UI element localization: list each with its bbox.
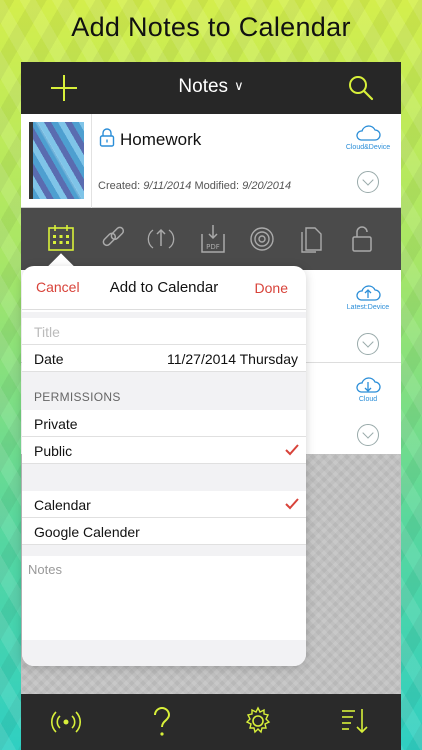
note-dates: Created: 9/11/2014 Modified: 9/20/2014	[98, 180, 292, 192]
google-calendar-option[interactable]: Google Calender	[22, 518, 306, 545]
done-button[interactable]: Done	[255, 280, 288, 296]
notes-input[interactable]: Notes	[22, 556, 306, 640]
calendar-icon[interactable]	[47, 224, 75, 252]
divider	[91, 114, 92, 208]
popover-body: Title Date 11/27/2014 Thursday PERMISSIO…	[22, 312, 306, 666]
gear-icon[interactable]	[243, 706, 273, 736]
calendar-label: Calendar	[34, 497, 91, 513]
svg-text:PDF: PDF	[206, 243, 220, 251]
share-icon[interactable]	[147, 224, 175, 254]
date-value: 11/27/2014 Thursday	[166, 351, 298, 367]
expand-chevron-icon[interactable]	[357, 333, 379, 355]
notes-placeholder: Notes	[28, 562, 62, 577]
checkmark-icon	[285, 444, 299, 456]
link-icon[interactable]	[99, 224, 127, 252]
sync-status[interactable]: Latest:Device	[341, 282, 395, 311]
google-calendar-label: Google Calender	[34, 524, 140, 540]
created-date: 9/11/2014	[143, 180, 192, 192]
date-row[interactable]: Date 11/27/2014 Thursday	[22, 345, 306, 372]
cloud-icon	[356, 125, 381, 141]
public-label: Public	[34, 443, 73, 459]
action-icon-strip: PDF	[21, 208, 401, 270]
notes-dropdown[interactable]: Notes ∨	[21, 76, 401, 98]
title-input[interactable]: Title	[22, 318, 306, 345]
sync-status[interactable]: Cloud	[341, 374, 395, 403]
private-option[interactable]: Private	[22, 410, 306, 437]
notes-title: Notes	[178, 76, 229, 97]
date-label: Date	[34, 351, 64, 367]
cloud-down-icon	[356, 377, 381, 393]
unlock-icon[interactable]	[349, 224, 375, 254]
sync-label: Cloud	[358, 396, 378, 403]
note-card-homework[interactable]: Homework Created: 9/11/2014 Modified: 9/…	[21, 114, 401, 208]
public-option[interactable]: Public	[22, 437, 306, 464]
calendar-option[interactable]: Calendar	[22, 491, 306, 518]
note-thumbnail	[29, 122, 84, 199]
sort-icon[interactable]	[339, 706, 369, 736]
checkmark-icon	[285, 498, 299, 510]
expand-chevron-icon[interactable]	[357, 424, 379, 446]
title-placeholder: Title	[34, 324, 60, 340]
pdf-icon[interactable]: PDF	[199, 224, 227, 254]
add-to-calendar-popover: Cancel Add to Calendar Done Title Date 1…	[22, 266, 306, 666]
promo-title: Add Notes to Calendar	[71, 12, 351, 42]
search-icon[interactable]	[347, 74, 375, 102]
note-name: Homework	[120, 130, 202, 149]
permissions-header: PERMISSIONS	[34, 390, 121, 404]
private-label: Private	[34, 416, 78, 432]
help-icon[interactable]	[151, 706, 173, 738]
modified-date: 9/20/2014	[242, 180, 292, 192]
copy-icon[interactable]	[299, 224, 325, 254]
chevron-down-icon: ∨	[234, 78, 244, 93]
sync-label: Cloud&Device	[345, 144, 391, 151]
bottom-toolbar	[21, 694, 401, 750]
popover-header: Cancel Add to Calendar Done	[22, 266, 306, 310]
expand-chevron-icon[interactable]	[357, 171, 379, 193]
lock-icon	[99, 128, 115, 147]
top-bar: Notes ∨	[21, 62, 401, 114]
broadcast-icon[interactable]	[247, 224, 277, 254]
broadcast-icon[interactable]	[51, 706, 81, 738]
sync-label: Latest:Device	[346, 304, 390, 311]
sync-status[interactable]: Cloud&Device	[341, 124, 395, 151]
cloud-up-icon	[356, 285, 381, 301]
